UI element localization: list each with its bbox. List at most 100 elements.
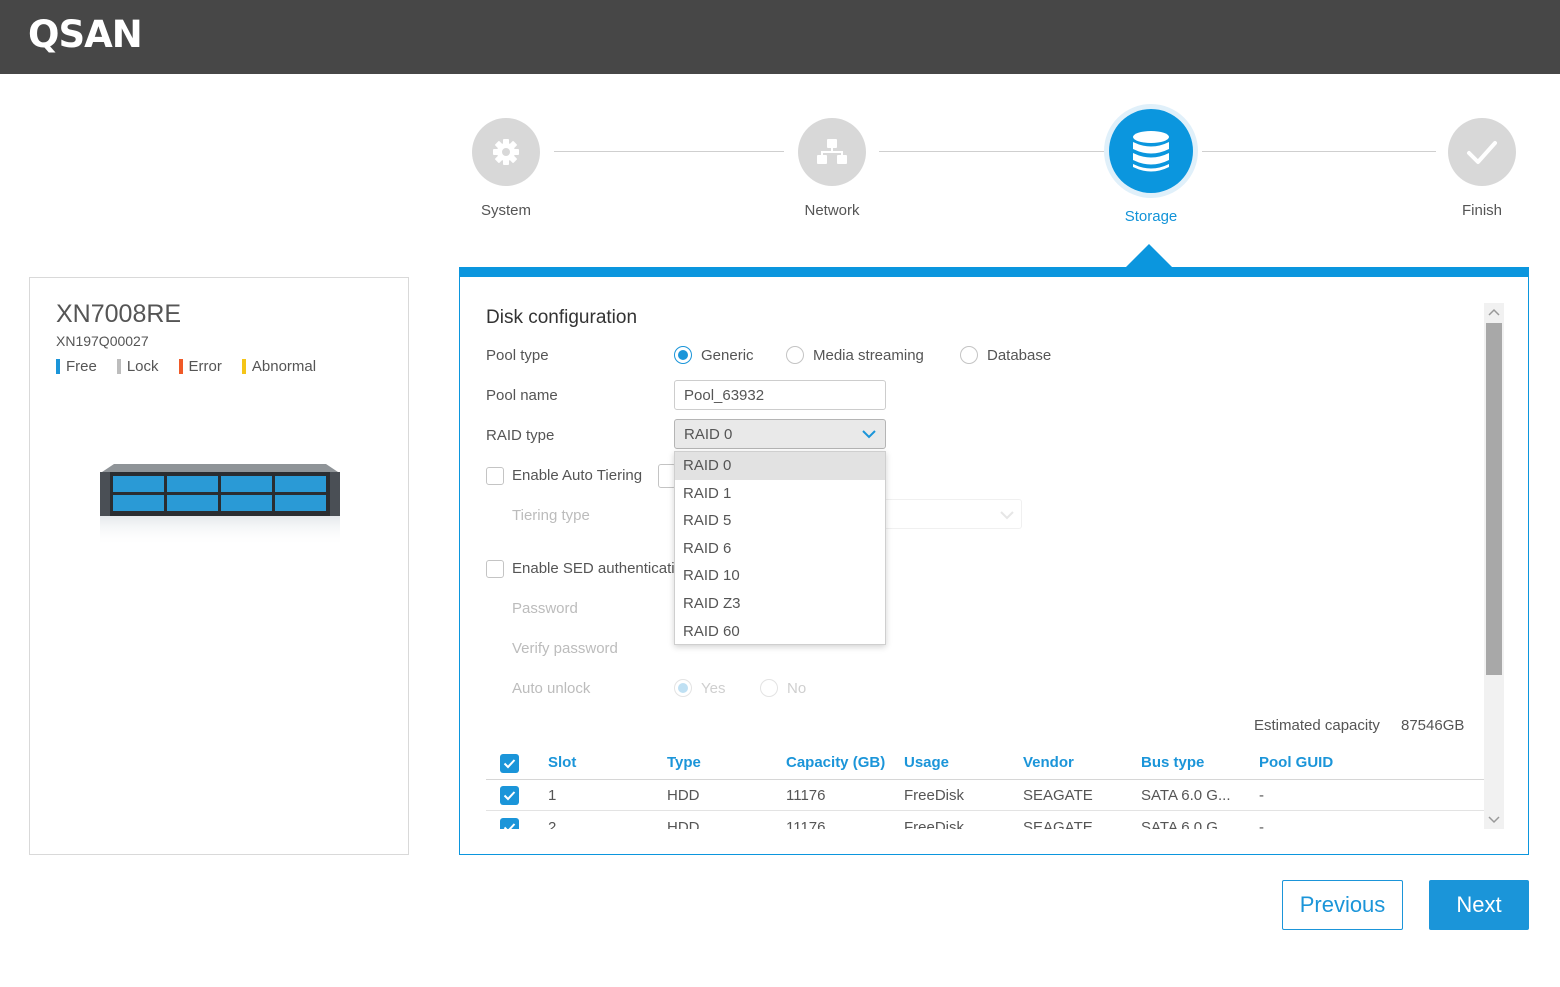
radio-dot bbox=[760, 679, 778, 697]
scrollbar-thumb[interactable] bbox=[1486, 323, 1502, 675]
qsan-logo: QSAN bbox=[28, 13, 143, 56]
legend-error: Error bbox=[178, 358, 222, 375]
checkmark-icon bbox=[503, 823, 516, 829]
select-all-checkbox[interactable] bbox=[500, 754, 519, 773]
raid-type-label: RAID type bbox=[486, 427, 555, 444]
column-vendor[interactable]: Vendor bbox=[1023, 754, 1074, 771]
raid-type-dropdown: RAID 0 RAID 1 RAID 5 RAID 6 RAID 10 RAID… bbox=[674, 451, 886, 645]
column-type[interactable]: Type bbox=[667, 754, 701, 771]
raid-option-raid-1[interactable]: RAID 1 bbox=[675, 480, 885, 508]
step-network[interactable]: Network bbox=[762, 118, 902, 219]
step-label: Storage bbox=[1124, 208, 1178, 225]
legend-free: Free bbox=[56, 358, 97, 375]
cell-capacity: 11176 bbox=[786, 819, 826, 829]
auto-unlock-no-radio[interactable]: No bbox=[760, 679, 806, 697]
row-checkbox[interactable] bbox=[500, 786, 519, 805]
cell-type: HDD bbox=[667, 819, 700, 829]
raid-option-raid-5[interactable]: RAID 5 bbox=[675, 507, 885, 535]
cell-bus-type: SATA 6.0 G... bbox=[1141, 819, 1231, 829]
device-card: XN7008RE XN197Q00027 Free Lock Error Abn… bbox=[29, 277, 409, 855]
pool-type-media-streaming-radio[interactable]: Media streaming bbox=[786, 346, 924, 364]
device-chassis-image bbox=[100, 464, 340, 546]
step-label: Finish bbox=[1461, 202, 1502, 219]
cell-type: HDD bbox=[667, 787, 700, 804]
column-slot[interactable]: Slot bbox=[548, 754, 576, 771]
column-pool-guid[interactable]: Pool GUID bbox=[1259, 754, 1333, 771]
raid-option-raid-60[interactable]: RAID 60 bbox=[675, 618, 885, 646]
column-bus-type[interactable]: Bus type bbox=[1141, 754, 1204, 771]
raid-option-raid-0[interactable]: RAID 0 bbox=[675, 452, 885, 480]
legend-label: Lock bbox=[126, 358, 159, 375]
checkmark-icon bbox=[1448, 118, 1516, 186]
pool-name-label: Pool name bbox=[486, 387, 558, 404]
cell-vendor: SEAGATE bbox=[1023, 787, 1093, 804]
legend-swatch bbox=[178, 359, 183, 374]
table-row[interactable]: 1 HDD 11176 FreeDisk SEAGATE SATA 6.0 G.… bbox=[486, 780, 1484, 811]
disk-table-header: Slot Type Capacity (GB) Usage Vendor Bus… bbox=[486, 747, 1484, 780]
auto-unlock-yes-radio[interactable]: Yes bbox=[674, 679, 725, 697]
legend-label: Free bbox=[66, 358, 97, 375]
network-icon bbox=[798, 118, 866, 186]
radio-dot bbox=[786, 346, 804, 364]
radio-label: Database bbox=[987, 346, 1052, 364]
enable-auto-tiering-checkbox[interactable] bbox=[486, 467, 504, 485]
legend-label: Error bbox=[188, 358, 222, 375]
cell-slot: 2 bbox=[548, 819, 557, 829]
cell-bus-type: SATA 6.0 G... bbox=[1141, 787, 1231, 804]
raid-option-raid-z3[interactable]: RAID Z3 bbox=[675, 590, 885, 618]
raid-option-raid-10[interactable]: RAID 10 bbox=[675, 562, 885, 590]
radio-label: No bbox=[787, 679, 807, 697]
column-capacity[interactable]: Capacity (GB) bbox=[786, 754, 885, 771]
radio-label: Media streaming bbox=[813, 346, 924, 364]
pool-type-database-radio[interactable]: Database bbox=[960, 346, 1051, 364]
legend-label: Abnormal bbox=[251, 358, 317, 375]
step-label: Network bbox=[804, 202, 860, 219]
column-usage[interactable]: Usage bbox=[904, 754, 949, 771]
cell-vendor: SEAGATE bbox=[1023, 819, 1093, 829]
estimated-capacity-value: 87546GB bbox=[1401, 717, 1465, 734]
tiering-type-select[interactable] bbox=[880, 499, 1022, 529]
password-label: Password bbox=[512, 600, 578, 617]
legend-abnormal: Abnormal bbox=[241, 358, 317, 375]
cell-pool-guid: - bbox=[1259, 787, 1264, 804]
table-scroll-viewport: 2 HDD 11176 FreeDisk SEAGATE SATA 6.0 G.… bbox=[460, 812, 1528, 829]
step-system[interactable]: System bbox=[436, 118, 576, 219]
row-checkbox[interactable] bbox=[500, 818, 519, 829]
raid-option-raid-6[interactable]: RAID 6 bbox=[675, 535, 885, 563]
cell-capacity: 11176 bbox=[786, 787, 826, 804]
radio-label: Yes bbox=[701, 679, 726, 697]
database-icon bbox=[1109, 109, 1193, 193]
next-button[interactable]: Next bbox=[1429, 880, 1529, 930]
pool-name-input[interactable]: Pool_63932 bbox=[674, 380, 886, 410]
table-row[interactable]: 2 HDD 11176 FreeDisk SEAGATE SATA 6.0 G.… bbox=[486, 812, 1484, 829]
legend-swatch bbox=[56, 359, 60, 374]
chevron-down-icon bbox=[1000, 511, 1014, 520]
cell-usage: FreeDisk bbox=[904, 819, 965, 829]
pool-type-label: Pool type bbox=[486, 347, 549, 364]
step-connector bbox=[879, 151, 1111, 152]
radio-dot bbox=[674, 346, 692, 364]
step-label: System bbox=[480, 202, 531, 219]
tiering-type-label: Tiering type bbox=[512, 507, 590, 524]
pool-type-generic-radio[interactable]: Generic bbox=[674, 346, 754, 364]
legend-swatch bbox=[116, 359, 121, 374]
estimated-capacity-label: Estimated capacity bbox=[1254, 717, 1380, 734]
panel-scrollbar[interactable] bbox=[1484, 303, 1504, 829]
checkmark-icon bbox=[503, 759, 516, 769]
scroll-down-icon[interactable] bbox=[1484, 811, 1504, 829]
step-connector bbox=[554, 151, 784, 152]
cell-slot: 1 bbox=[548, 787, 557, 804]
device-serial: XN197Q00027 bbox=[56, 333, 149, 349]
enable-sed-auth-label: Enable SED authenticati bbox=[512, 560, 675, 577]
scroll-up-icon[interactable] bbox=[1484, 303, 1504, 321]
step-storage[interactable]: Storage bbox=[1081, 104, 1221, 225]
cell-usage: FreeDisk bbox=[904, 787, 965, 804]
enable-sed-auth-checkbox[interactable] bbox=[486, 560, 504, 578]
cell-pool-guid: - bbox=[1259, 819, 1264, 829]
step-finish[interactable]: Finish bbox=[1412, 118, 1552, 219]
device-model: XN7008RE bbox=[56, 300, 182, 328]
checkmark-icon bbox=[503, 791, 516, 801]
previous-button[interactable]: Previous bbox=[1282, 880, 1403, 930]
enable-auto-tiering-label: Enable Auto Tiering bbox=[512, 467, 643, 484]
raid-type-select[interactable]: RAID 0 bbox=[674, 419, 886, 449]
